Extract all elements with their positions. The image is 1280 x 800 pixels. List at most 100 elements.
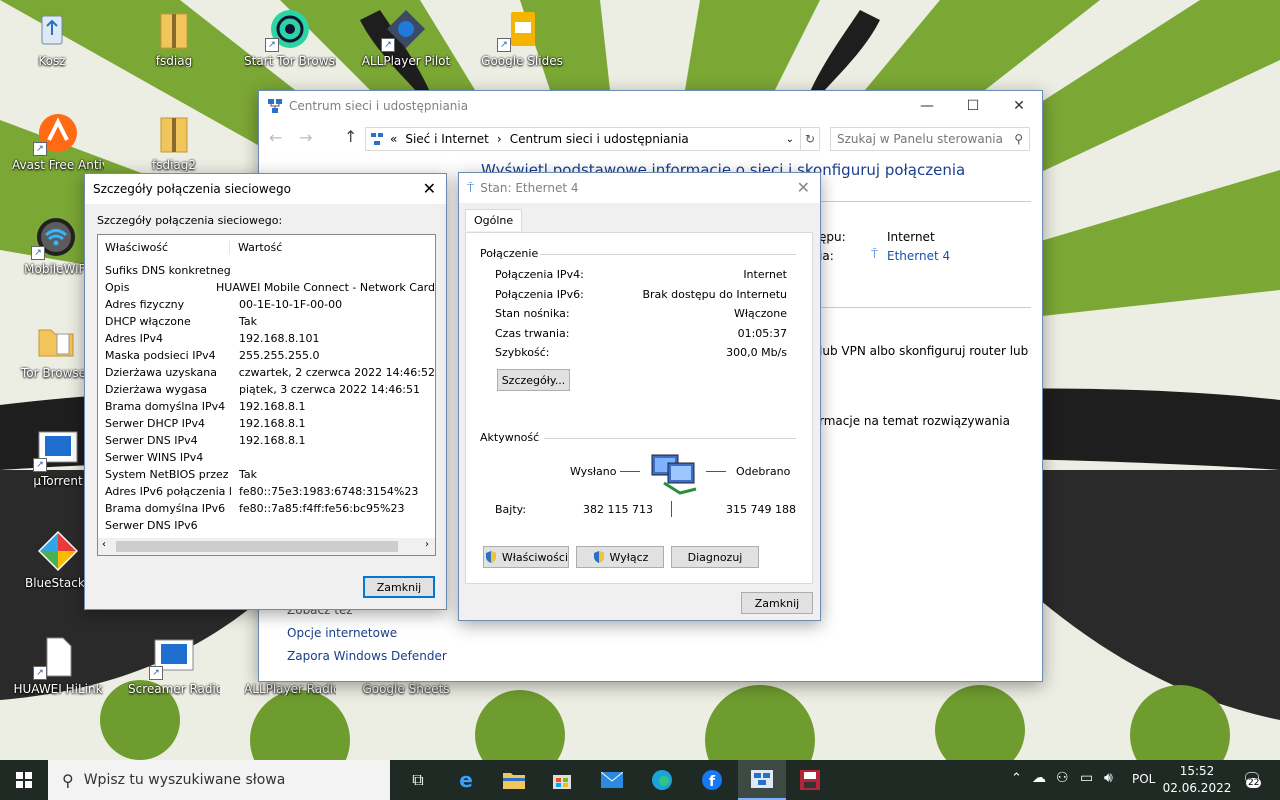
store-icon[interactable] [538,760,586,800]
edge-icon[interactable] [638,760,686,800]
close-button[interactable]: Zamknij [363,576,435,598]
horizontal-scrollbar[interactable]: ‹ › [98,538,435,555]
table-row[interactable]: Serwer DNS IPv6 [98,517,435,534]
search-input[interactable]: Szukaj w Panelu sterowania [837,132,1014,146]
desktop-icon-google-slides[interactable]: ↗ Google Slides [476,8,568,68]
column-header-property[interactable]: Właściwość [98,240,230,254]
status-field-label: Szybkość: [495,346,550,360]
value-cell: 192.168.8.1 [239,434,306,447]
desktop-icon-kosz[interactable]: Kosz [6,8,98,68]
shortcut-arrow-icon: ↗ [33,458,47,472]
table-row[interactable]: Serwer WINS IPv4 [98,449,435,466]
facebook-icon[interactable]: f [688,760,736,800]
table-row[interactable]: Serwer DHCP IPv4 192.168.8.1 [98,415,435,432]
scroll-left-icon[interactable]: ‹ [102,539,106,550]
network-center-taskbar-icon[interactable] [738,760,786,800]
desktop-icon-huawei-hilink[interactable]: ↗ HUAWEI HiLink [12,636,104,696]
taskbar-search-input[interactable]: Wpisz tu wyszukiwane słowa [84,772,286,788]
property-cell: Adres fizyczny [105,298,185,311]
properties-button[interactable]: Właściwości [483,546,569,568]
search-box[interactable]: Szukaj w Panelu sterowania ⚲ [830,127,1030,151]
desktop-icon-fsdiag[interactable]: fsdiag [128,8,220,68]
column-header-value[interactable]: Wartość [230,241,282,254]
desktop-icon-screamer-radio[interactable]: ↗ Screamer Radio [128,636,220,696]
desktop-icon-start-tor-browser[interactable]: ↗ Start Tor Browser [244,8,336,68]
refresh-button[interactable]: ↻ [800,127,820,151]
power-icon[interactable]: ▭ [1080,770,1093,786]
firewall-link[interactable]: Zapora Windows Defender [287,649,447,663]
table-row[interactable]: Adres IPv6 połączenia l... fe80::75e3:198… [98,483,435,500]
file-explorer-icon[interactable] [490,760,538,800]
table-row[interactable]: Adres IPv4 192.168.8.101 [98,330,435,347]
desktop-icon-allplayer-pilot[interactable]: ↗ ALLPlayer Pilot [360,8,452,68]
status-field-value: 300,0 Mb/s [726,346,787,360]
disable-button[interactable]: Wyłącz [576,546,664,568]
tab-general[interactable]: Ogólne [465,209,523,231]
chevron-down-icon[interactable]: ⌄ [786,134,794,145]
start-button[interactable] [0,760,48,800]
table-row[interactable]: Sufiks DNS konkretneg... [98,262,435,279]
details-list[interactable]: Właściwość Wartość Sufiks DNS konkretneg… [97,234,436,556]
cloud-icon[interactable]: ☁ [1032,770,1046,786]
maximize-button[interactable]: ☐ [950,91,996,121]
desktop-icon-avast[interactable]: ↗ Avast Free Antivirus [12,112,104,172]
minimize-button[interactable]: — [904,91,950,121]
table-row[interactable]: Serwer DNS IPv4 192.168.8.1 [98,432,435,449]
forward-arrow-icon[interactable]: → [299,128,312,147]
internet-options-link[interactable]: Opcje internetowe [287,626,397,640]
chevron-up-icon[interactable]: ⌃ [1011,771,1022,786]
save-app-icon[interactable] [786,760,834,800]
svg-text:f: f [709,774,716,790]
scroll-thumb[interactable] [116,541,398,552]
taskbar-search[interactable]: ⚲ Wpisz tu wyszukiwane słowa [48,760,390,800]
breadcrumb-item-centrum[interactable]: Centrum sieci i udostępniania [510,132,689,146]
diagnose-button[interactable]: Diagnozuj [671,546,759,568]
property-cell: Serwer DNS IPv6 [105,519,198,532]
language-indicator[interactable]: POL [1132,772,1155,786]
table-row[interactable]: Dzierżawa wygasa piątek, 3 czerwca 2022 1… [98,381,435,398]
clock[interactable]: 15:52 02.06.2022 [1162,763,1232,797]
status-titlebar: ⍑ Stan: Ethernet 4 ✕ [459,173,820,203]
close-icon[interactable]: ✕ [423,179,436,198]
table-row[interactable]: DHCP włączone Tak [98,313,435,330]
table-row[interactable]: Opis HUAWEI Mobile Connect - Network Card [98,279,435,296]
tor-icon: ↗ [265,8,311,52]
network-tray-icon[interactable]: ⚇ [1056,770,1069,786]
up-arrow-icon[interactable]: ↑ [344,127,357,146]
mail-icon[interactable] [588,760,636,800]
radio-icon: ↗ [149,636,195,680]
table-row[interactable]: Brama domyślna IPv4 192.168.8.1 [98,398,435,415]
scroll-right-icon[interactable]: › [425,539,429,550]
network-icon [268,99,282,113]
table-row[interactable]: Adres fizyczny 00-1E-10-1F-00-00 [98,296,435,313]
breadcrumb[interactable]: « Sieć i Internet › Centrum sieci i udos… [365,127,801,151]
bytes-label: Bajty: [495,503,527,516]
back-arrow-icon[interactable]: ← [269,128,282,147]
desktop-icon-fsdiag2[interactable]: fsdiag2 [128,112,220,172]
table-row[interactable]: Dzierżawa uzyskana czwartek, 2 czerwca 20… [98,364,435,381]
close-button[interactable]: Zamknij [741,592,813,614]
bytes-received: 315 749 188 [726,503,796,516]
table-row[interactable]: System NetBIOS przez T... Tak [98,466,435,483]
value-cell: fe80::7a85:f4ff:fe56:bc95%23 [239,502,405,515]
close-button[interactable]: ✕ [996,91,1042,121]
status-field-label: Czas trwania: [495,326,570,340]
close-icon[interactable]: ✕ [797,178,810,197]
volume-icon[interactable]: 🔊︎ [1104,770,1113,786]
edge-legacy-icon[interactable]: e [442,760,490,800]
status-field-value: 01:05:37 [737,326,787,340]
avast-icon: ↗ [33,112,79,156]
notification-center-button[interactable]: 🗨︎ 22 [1236,765,1266,795]
notification-badge: 22 [1246,778,1262,788]
status-fields: Połączenia IPv4: Internet Połączenia IPv6:… [495,265,787,363]
ethernet-icon: ⍑ [871,247,879,261]
details-button[interactable]: Szczegóły... [497,369,570,391]
table-row[interactable]: Brama domyślna IPv6 fe80::7a85:f4ff:fe56:… [98,500,435,517]
connection-link[interactable]: Ethernet 4 [887,249,950,263]
table-row[interactable]: Maska podsieci IPv4 255.255.255.0 [98,347,435,364]
breadcrumb-item-siec[interactable]: Sieć i Internet [405,132,489,146]
status-field-value: Brak dostępu do Internetu [642,287,787,301]
task-view-icon[interactable]: ⧉ [394,760,442,800]
ethernet-icon: ⍑ [467,180,475,195]
property-cell: Serwer WINS IPv4 [105,451,204,464]
